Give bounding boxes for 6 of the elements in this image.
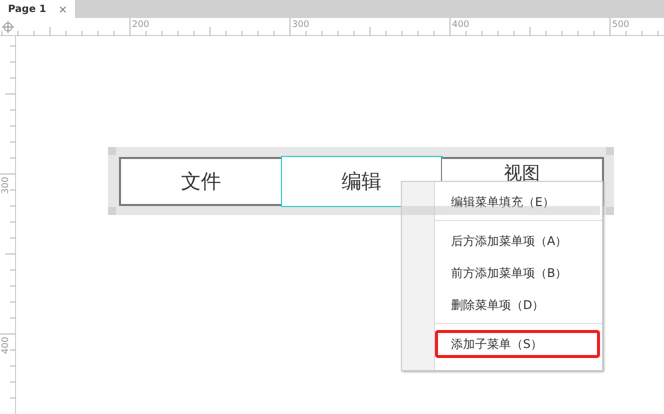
ruler-label: 300 — [292, 20, 310, 30]
ruler-label: 300 — [1, 176, 11, 194]
ruler-label: 400 — [1, 336, 11, 354]
ruler-label: 200 — [132, 20, 150, 30]
ruler-label: 500 — [612, 20, 630, 30]
ruler-label: 400 — [452, 20, 470, 30]
